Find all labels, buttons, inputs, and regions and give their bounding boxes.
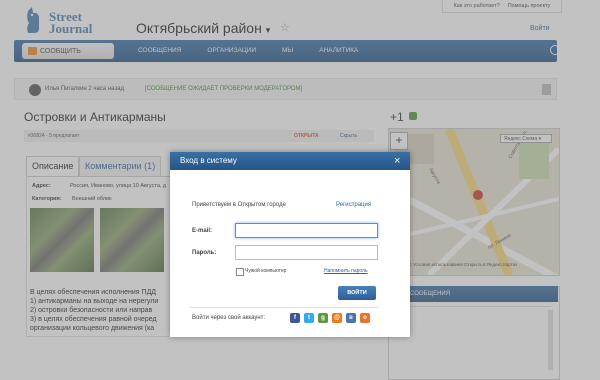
password-label: Пароль: [192, 250, 217, 256]
google-icon[interactable]: g [318, 313, 328, 323]
password-field[interactable] [235, 245, 378, 260]
forgot-password-link[interactable]: Напомнить пароль [324, 268, 368, 274]
divider [190, 307, 378, 308]
vkontakte-icon[interactable]: в [346, 313, 356, 323]
email-field[interactable] [235, 223, 378, 238]
twitter-icon[interactable]: t [304, 313, 314, 323]
dialog-title: Вход в систему [180, 156, 237, 165]
dialog-header: Вход в систему × [170, 152, 410, 170]
login-dialog: Вход в систему × Приветствуем в Открытом… [170, 152, 410, 337]
odnoklassniki-icon[interactable]: o [360, 313, 370, 323]
remember-checkbox[interactable] [236, 268, 244, 276]
greeting-text: Приветствуем в Открытом городе [192, 202, 286, 208]
remember-label: Чужой компьютер [245, 268, 287, 274]
register-link[interactable]: Регистрация [336, 202, 371, 208]
login-submit-button[interactable]: ВОЙТИ [338, 286, 376, 300]
close-icon[interactable]: × [394, 154, 400, 168]
social-login-prompt: Войти через свой аккаунт: [192, 315, 266, 321]
email-label: E-mail: [192, 228, 213, 234]
mailru-icon[interactable]: @ [332, 313, 342, 323]
facebook-icon[interactable]: f [290, 313, 300, 323]
